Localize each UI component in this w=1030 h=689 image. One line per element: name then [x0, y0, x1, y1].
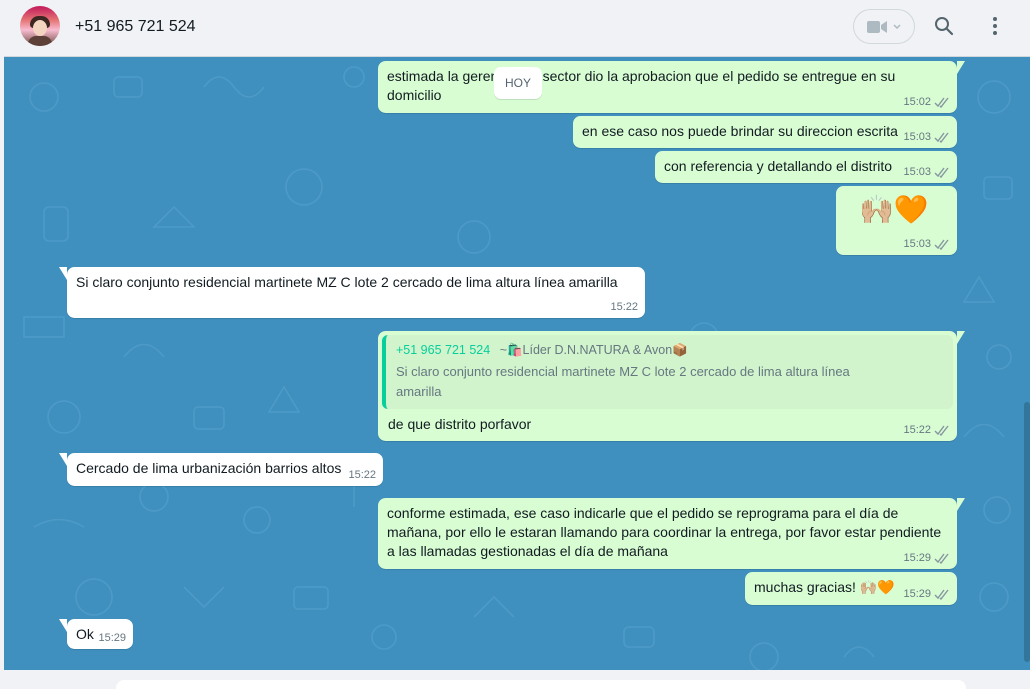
chat-scrollbar[interactable] — [1024, 402, 1030, 662]
message-meta: 15:29 — [903, 587, 950, 601]
chevron-down-icon — [893, 23, 901, 29]
message-bubble-outgoing-reply[interactable]: +51 965 721 524 ~🛍️Líder D.N.NATURA & Av… — [378, 331, 965, 441]
quoted-author: +51 965 721 524 ~🛍️Líder D.N.NATURA & Av… — [396, 342, 943, 359]
message-meta: 15:03 — [903, 237, 950, 251]
message-bubble-outgoing[interactable]: muchas gracias! 🙌🏼🧡 15:29 — [745, 572, 957, 605]
bubble-tail — [59, 267, 67, 280]
menu-button[interactable] — [983, 14, 1007, 38]
double-check-icon — [934, 589, 949, 600]
message-input[interactable] — [116, 680, 966, 689]
bubble-tail — [957, 61, 965, 74]
quoted-author-alias: ~🛍️Líder D.N.NATURA & Avon📦 — [499, 343, 688, 357]
message-time: 15:29 — [903, 588, 931, 600]
double-check-icon — [934, 132, 949, 143]
message-emoji-text: 🙌🏼🧡 — [859, 193, 929, 226]
double-check-icon — [934, 167, 949, 178]
message-text: de que distrito porfavor — [388, 416, 532, 432]
message-meta: 15:29 — [903, 551, 950, 565]
message-text: Cercado de lima urbanización barrios alt… — [76, 460, 342, 476]
double-check-icon — [934, 425, 949, 436]
message-time: 15:29 — [98, 632, 126, 644]
message-time: 15:02 — [903, 96, 931, 108]
kebab-menu-icon — [993, 17, 997, 35]
message-bubble-outgoing[interactable]: estimada la gerencia del sector dio la a… — [378, 61, 965, 113]
message-time: 15:03 — [903, 131, 931, 143]
bubble-tail — [59, 619, 67, 632]
contact-avatar[interactable] — [20, 6, 60, 46]
message-meta: 15:22 — [610, 300, 638, 314]
quoted-author-number: +51 965 721 524 — [396, 343, 491, 357]
bubble-tail — [59, 453, 67, 466]
message-time: 15:29 — [903, 552, 931, 564]
chat-panel[interactable]: estimada la gerencia del sector dio la a… — [4, 57, 1030, 670]
message-time: 15:03 — [903, 166, 931, 178]
double-check-icon — [934, 239, 949, 250]
date-divider: HOY — [494, 67, 542, 99]
video-call-button[interactable] — [853, 9, 915, 44]
double-check-icon — [934, 97, 949, 108]
message-meta: 15:29 — [98, 631, 126, 645]
message-bubble-incoming[interactable]: Cercado de lima urbanización barrios alt… — [59, 453, 383, 486]
message-bubble-outgoing[interactable]: 🙌🏼🧡 15:03 — [836, 186, 957, 255]
message-text: Si claro conjunto residencial martinete … — [76, 274, 618, 290]
message-text: estimada la gerencia del sector dio la a… — [387, 68, 900, 103]
message-text: conforme estimada, ese caso indicarle qu… — [387, 505, 946, 559]
search-icon — [935, 17, 954, 36]
message-bubble-outgoing[interactable]: con referencia y detallando el distrito … — [655, 151, 957, 183]
chat-header: +51 965 721 524 — [4, 0, 1030, 57]
message-meta: 15:03 — [903, 165, 950, 179]
message-meta: 15:22 — [903, 423, 950, 437]
message-bubble-outgoing[interactable]: en ese caso nos puede brindar su direcci… — [573, 116, 957, 148]
quoted-message[interactable]: +51 965 721 524 ~🛍️Líder D.N.NATURA & Av… — [382, 335, 953, 409]
search-button[interactable] — [932, 14, 956, 38]
message-text: en ese caso nos puede brindar su direcci… — [582, 123, 898, 139]
message-bubble-outgoing[interactable]: conforme estimada, ese caso indicarle qu… — [378, 498, 965, 569]
message-bubble-incoming[interactable]: Ok 15:29 — [59, 619, 133, 649]
message-bubble-incoming[interactable]: Si claro conjunto residencial martinete … — [59, 267, 645, 318]
message-time: 15:22 — [348, 469, 376, 481]
double-check-icon — [934, 553, 949, 564]
message-time: 15:03 — [903, 238, 931, 250]
video-camera-icon — [867, 20, 887, 33]
message-time: 15:22 — [903, 424, 931, 436]
message-meta: 15:22 — [348, 468, 376, 482]
message-meta: 15:03 — [903, 130, 950, 144]
composer-area — [4, 670, 1030, 689]
bubble-tail — [957, 498, 965, 511]
message-meta: 15:02 — [903, 95, 950, 109]
contact-name[interactable]: +51 965 721 524 — [75, 18, 196, 36]
message-time: 15:22 — [610, 301, 638, 313]
bubble-tail — [957, 331, 965, 344]
quoted-text: Si claro conjunto residencial martinete … — [396, 364, 850, 399]
